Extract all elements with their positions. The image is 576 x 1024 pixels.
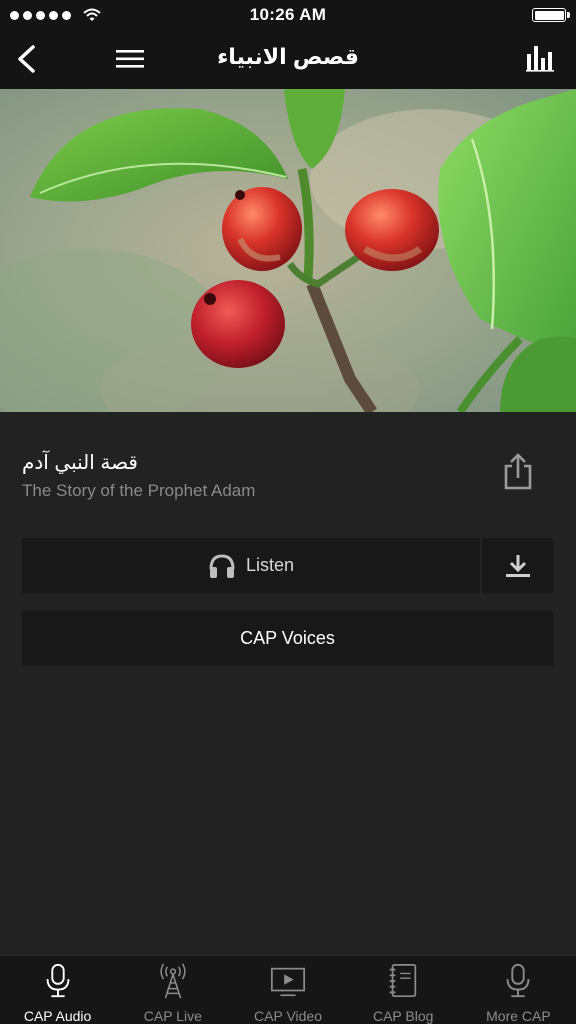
bar-chart-icon[interactable] [526, 44, 554, 72]
tab-label: CAP Video [254, 1008, 322, 1024]
coffee-berries-photo [0, 89, 576, 412]
status-time: 10:26 AM [249, 5, 327, 24]
tab-bar: CAP Audio CAP Live CAP Video CAP Blog Mo… [0, 955, 576, 1024]
tab-cap-blog[interactable]: CAP Blog [346, 956, 461, 1024]
listen-button[interactable]: Listen [22, 538, 480, 593]
battery-level [534, 10, 564, 20]
headphones-icon [209, 553, 235, 578]
download-button[interactable] [482, 538, 553, 593]
tab-cap-video[interactable]: CAP Video [230, 956, 345, 1024]
tab-label: More CAP [486, 1008, 551, 1024]
app-screen: 10:26 AM قصص الانبياء قصة النبي آدم The … [0, 0, 576, 1024]
cap-voices-button[interactable]: CAP Voices [22, 611, 553, 666]
microphone-icon [46, 963, 69, 998]
notebook-icon [389, 963, 417, 998]
tab-cap-audio[interactable]: CAP Audio [0, 956, 115, 1024]
tab-more-cap[interactable]: More CAP [461, 956, 576, 1024]
page-title: قصص الانبياء [217, 44, 359, 69]
download-icon [505, 554, 530, 577]
cap-voices-label: CAP Voices [240, 628, 335, 648]
navigation-bar: قصص الانبياء [0, 30, 576, 89]
track-details: قصة النبي آدم The Story of the Prophet A… [0, 412, 576, 955]
tab-label: CAP Audio [23, 1008, 92, 1024]
chevron-left-icon[interactable] [14, 44, 40, 74]
battery-icon [532, 8, 570, 22]
listen-label: Listen [245, 555, 295, 575]
broadcast-tower-icon [160, 963, 186, 999]
track-title-english: The Story of the Prophet Adam [22, 481, 256, 500]
track-title-arabic: قصة النبي آدم [22, 452, 138, 474]
tab-label: CAP Live [143, 1008, 202, 1024]
status-bar: 10:26 AM [0, 0, 576, 30]
hero-image [0, 89, 576, 412]
microphone-icon [507, 963, 530, 998]
share-icon[interactable] [500, 452, 536, 492]
tab-label: CAP Blog [372, 1008, 434, 1024]
video-play-icon [270, 967, 306, 997]
tab-cap-live[interactable]: CAP Live [115, 956, 230, 1024]
